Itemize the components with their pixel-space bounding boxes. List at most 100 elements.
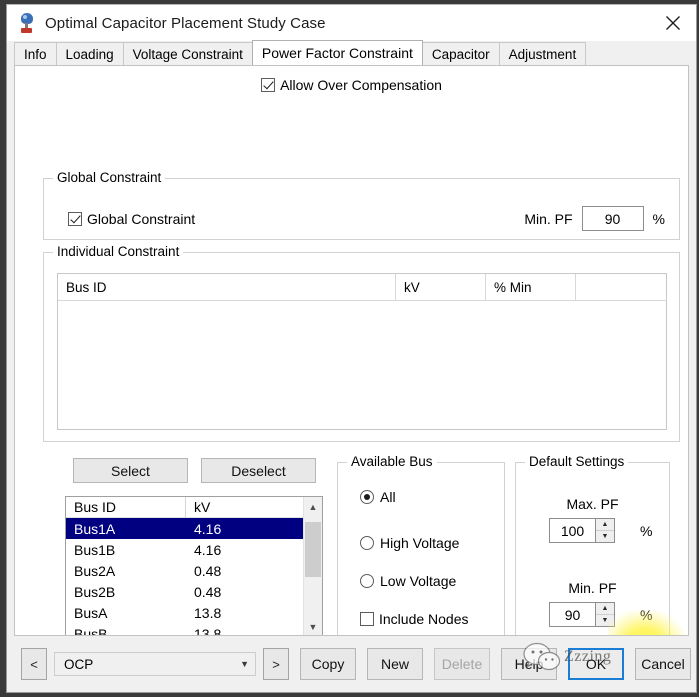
global-min-pf-percent: % — [652, 210, 665, 227]
deselect-button[interactable]: Deselect — [201, 458, 316, 483]
global-constraint-checkbox[interactable] — [68, 212, 82, 226]
bus-id-cell: Bus2B — [74, 583, 116, 600]
list-item[interactable]: Bus2B 0.48 — [66, 581, 303, 602]
available-bus-group: Available Bus All High Voltage Low Volta… — [337, 454, 505, 635]
bus-id-cell: BusB — [74, 625, 108, 636]
individual-constraint-group-title: Individual Constraint — [53, 244, 184, 259]
vertical-scroll-thumb[interactable] — [305, 522, 321, 577]
radio-high-voltage[interactable] — [360, 536, 374, 550]
list-item[interactable]: Bus1B 4.16 — [66, 539, 303, 560]
max-pf-stepper-buttons: ▲ ▼ — [595, 519, 614, 542]
default-settings-group: Default Settings Max. PF 100 ▲ ▼ % Min. … — [515, 454, 670, 635]
tab-capacitor[interactable]: Capacitor — [421, 42, 500, 65]
screen: Optimal Capacitor Placement Study Case I… — [0, 0, 699, 697]
radio-low-voltage[interactable] — [360, 574, 374, 588]
spinner-down-icon[interactable]: ▼ — [596, 531, 614, 543]
kv-cell: 4.16 — [194, 541, 222, 558]
spinner-up-icon[interactable]: ▲ — [596, 603, 614, 615]
include-nodes-row[interactable]: Include Nodes — [360, 611, 469, 627]
delete-button: Delete — [434, 648, 490, 680]
previous-study-case-button[interactable]: < — [21, 648, 47, 680]
copy-button[interactable]: Copy — [300, 648, 356, 680]
tab-label: Capacitor — [431, 46, 490, 62]
grid-col-pct-min[interactable]: % Min — [486, 274, 576, 300]
grid-header-row: Bus ID kV % Min — [58, 274, 666, 301]
list-item[interactable]: BusB 13.8 — [66, 623, 303, 636]
tab-adjustment[interactable]: Adjustment — [498, 42, 587, 65]
bus-id-cell: Bus1B — [74, 541, 116, 558]
bottom-toolbar: < OCP ▼ > Copy New Delete Help OK Cancel — [7, 636, 696, 692]
tab-loading[interactable]: Loading — [55, 42, 124, 65]
window-title: Optimal Capacitor Placement Study Case — [45, 14, 326, 32]
include-nodes-checkbox[interactable] — [360, 612, 374, 626]
min-pf-spinner-row: 90 ▲ ▼ % — [549, 602, 652, 627]
min-pf-stepper-buttons: ▲ ▼ — [595, 603, 614, 626]
max-pf-stepper[interactable]: 100 ▲ ▼ — [549, 518, 615, 543]
radio-high-voltage-row[interactable]: High Voltage — [360, 535, 459, 551]
study-case-dropdown[interactable]: OCP ▼ — [54, 652, 256, 676]
allow-over-compensation-checkbox[interactable] — [261, 78, 276, 92]
spinner-down-icon[interactable]: ▼ — [596, 615, 614, 627]
bus-list[interactable]: Bus ID kV Bus1A 4.16 Bus1B 4.16 Bus2A 0.… — [65, 496, 323, 636]
grid-col-kv[interactable]: kV — [396, 274, 486, 300]
tab-label: Loading — [65, 46, 114, 62]
tab-label: Voltage Constraint — [132, 46, 243, 62]
max-pf-input[interactable]: 100 — [550, 519, 595, 542]
global-min-pf-row: Min. PF 90 % — [524, 206, 665, 231]
radio-all-row[interactable]: All — [360, 489, 396, 505]
vertical-scroll-track[interactable] — [304, 516, 322, 617]
list-item[interactable]: BusA 13.8 — [66, 602, 303, 623]
list-item[interactable]: Bus1A 4.16 — [66, 518, 303, 539]
chevron-down-icon[interactable]: ▼ — [304, 617, 322, 635]
chevron-down-icon: ▼ — [240, 659, 249, 669]
bus-id-cell: BusA — [74, 604, 108, 621]
dialog-window: Optimal Capacitor Placement Study Case I… — [6, 4, 697, 693]
bus-list-col-bus-id[interactable]: Bus ID — [66, 497, 186, 518]
cancel-button[interactable]: Cancel — [635, 648, 691, 680]
bus-list-header-row: Bus ID kV — [66, 497, 303, 518]
tab-label: Info — [24, 46, 47, 62]
min-pf-input[interactable]: 90 — [550, 603, 595, 626]
tab-info[interactable]: Info — [14, 42, 57, 65]
new-button[interactable]: New — [367, 648, 423, 680]
default-settings-group-title: Default Settings — [525, 454, 629, 469]
chevron-up-icon[interactable]: ▲ — [304, 497, 322, 516]
kv-cell: 13.8 — [194, 604, 222, 621]
help-button[interactable]: Help — [501, 648, 557, 680]
global-constraint-group-title: Global Constraint — [53, 170, 166, 185]
radio-low-voltage-row[interactable]: Low Voltage — [360, 573, 456, 589]
study-case-value: OCP — [64, 656, 94, 672]
global-min-pf-input[interactable]: 90 — [581, 206, 644, 231]
radio-all[interactable] — [360, 490, 374, 504]
bus-list-vertical-scrollbar[interactable]: ▲ ▼ — [303, 497, 322, 635]
tab-power-factor-constraint[interactable]: Power Factor Constraint — [251, 40, 423, 65]
bus-list-col-kv[interactable]: kV — [186, 499, 303, 515]
ok-button[interactable]: OK — [568, 648, 624, 680]
close-button[interactable] — [650, 5, 696, 41]
global-constraint-checkbox-label: Global Constraint — [87, 211, 196, 227]
spinner-up-icon[interactable]: ▲ — [596, 519, 614, 531]
radio-low-voltage-label: Low Voltage — [380, 573, 457, 589]
min-pf-stepper[interactable]: 90 ▲ ▼ — [549, 602, 615, 627]
bus-id-cell: Bus1A — [74, 520, 116, 537]
include-nodes-label: Include Nodes — [379, 611, 469, 627]
select-button[interactable]: Select — [73, 458, 188, 483]
kv-cell: 4.16 — [194, 520, 222, 537]
kv-cell: 0.48 — [194, 562, 222, 579]
max-pf-percent: % — [640, 522, 653, 539]
list-item[interactable]: Bus2A 0.48 — [66, 560, 303, 581]
grid-col-blank[interactable] — [576, 274, 666, 300]
allow-over-compensation-row: Allow Over Compensation — [15, 77, 688, 93]
min-pf-label: Min. PF — [568, 580, 617, 596]
max-pf-label: Max. PF — [566, 496, 619, 512]
grid-col-bus-id[interactable]: Bus ID — [58, 274, 396, 300]
grid-body[interactable] — [58, 301, 666, 429]
tab-label: Power Factor Constraint — [261, 45, 413, 61]
next-study-case-button[interactable]: > — [263, 648, 289, 680]
individual-constraint-grid[interactable]: Bus ID kV % Min — [57, 273, 667, 430]
individual-constraint-group: Individual Constraint Bus ID kV % Min — [43, 244, 680, 442]
tab-voltage-constraint[interactable]: Voltage Constraint — [122, 42, 253, 65]
bus-id-cell: Bus2A — [74, 562, 116, 579]
allow-over-compensation-label: Allow Over Compensation — [280, 77, 442, 93]
global-constraint-group: Global Constraint Global Constraint Min.… — [43, 170, 680, 240]
